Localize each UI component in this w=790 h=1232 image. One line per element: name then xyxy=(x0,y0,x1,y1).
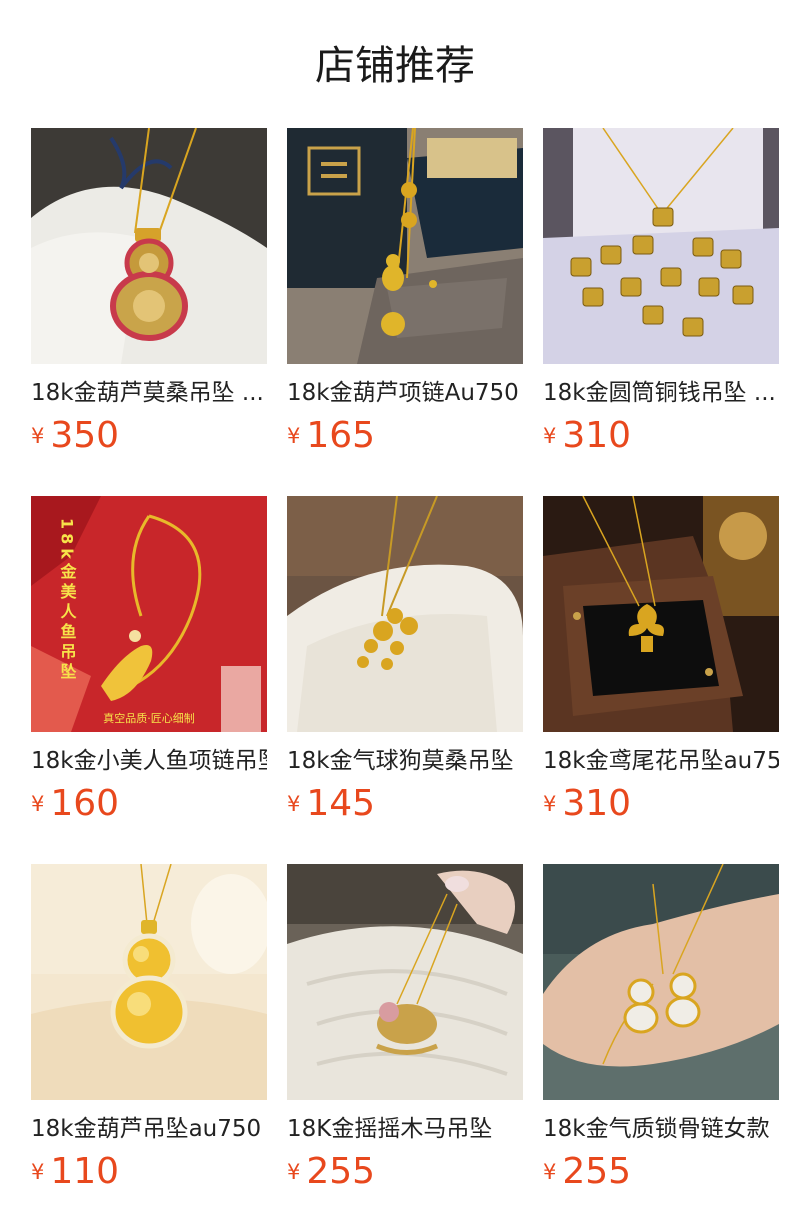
price-amount: 310 xyxy=(562,783,632,824)
product-card[interactable]: 18k金葫芦莫桑吊坠 ... ¥350 xyxy=(31,128,267,468)
product-name[interactable]: 18k金圆筒铜钱吊坠 ... xyxy=(543,376,779,412)
currency-symbol: ¥ xyxy=(543,792,557,816)
price-amount: 110 xyxy=(50,1151,120,1192)
product-card[interactable]: 18k金鸢尾花吊坠au750 ¥310 xyxy=(543,496,779,836)
product-price: ¥110 xyxy=(31,1150,119,1196)
product-name[interactable]: 18k金葫芦吊坠au750 xyxy=(31,1112,267,1148)
product-card[interactable]: 18k金美人鱼吊坠 真空品质·匠心细制 18k金小美人鱼项链吊坠 ¥160 xyxy=(31,496,267,836)
product-card[interactable]: 18k金气球狗莫桑吊坠 ¥145 xyxy=(287,496,523,836)
product-price: ¥310 xyxy=(543,782,631,828)
product-image[interactable] xyxy=(543,496,779,732)
product-card[interactable]: 18k金葫芦项链Au750 ¥165 xyxy=(287,128,523,468)
product-price: ¥145 xyxy=(287,782,375,828)
product-image[interactable] xyxy=(31,128,267,364)
product-price: ¥310 xyxy=(543,414,631,460)
currency-symbol: ¥ xyxy=(543,424,557,448)
currency-symbol: ¥ xyxy=(287,1160,301,1184)
currency-symbol: ¥ xyxy=(31,1160,45,1184)
product-grid: 18k金葫芦莫桑吊坠 ... ¥350 18k金葫芦项链Au750 ¥ 165 … xyxy=(0,0,790,1232)
product-card[interactable]: 18K金摇摇木马吊坠 ¥255 xyxy=(287,864,523,1204)
price-amount: 160 xyxy=(50,783,120,824)
product-image[interactable] xyxy=(543,128,779,364)
product-price: ¥165 xyxy=(287,414,375,460)
product-name[interactable]: 18k金气质锁骨链女款 xyxy=(543,1112,779,1148)
price-amount: 145 xyxy=(306,783,376,824)
currency-symbol: ¥ xyxy=(31,424,45,448)
product-image[interactable]: 18k金美人鱼吊坠 真空品质·匠心细制 xyxy=(31,496,267,732)
product-image[interactable] xyxy=(287,128,523,364)
product-card[interactable]: 18k金气质锁骨链女款 ¥255 xyxy=(543,864,779,1204)
product-name[interactable]: 18k金鸢尾花吊坠au750 xyxy=(543,744,779,780)
product-image[interactable] xyxy=(287,496,523,732)
product-card[interactable]: 18k金葫芦吊坠au750 ¥110 xyxy=(31,864,267,1204)
product-price: ¥255 xyxy=(287,1150,375,1196)
product-name[interactable]: 18k金葫芦项链Au750 xyxy=(287,376,523,412)
product-name[interactable]: 18k金葫芦莫桑吊坠 ... xyxy=(31,376,267,412)
product-image[interactable] xyxy=(543,864,779,1100)
price-amount: 255 xyxy=(306,1151,376,1192)
product-price: ¥350 xyxy=(31,414,119,460)
currency-symbol: ¥ xyxy=(543,1160,557,1184)
price-amount: 165 xyxy=(306,415,376,456)
product-name[interactable]: 18k金小美人鱼项链吊坠 xyxy=(31,744,267,780)
product-image[interactable] xyxy=(287,864,523,1100)
image-vertical-text: 18k金美人鱼吊坠 xyxy=(58,518,78,683)
product-price: ¥160 xyxy=(31,782,119,828)
product-card[interactable]: 18k金圆筒铜钱吊坠 ... ¥310 xyxy=(543,128,779,468)
currency-symbol: ¥ xyxy=(31,792,45,816)
product-name[interactable]: 18k金气球狗莫桑吊坠 xyxy=(287,744,523,780)
price-amount: 255 xyxy=(562,1151,632,1192)
image-vertical-text: 18k金美人鱼吊坠 xyxy=(58,518,78,683)
product-name[interactable]: 18K金摇摇木马吊坠 xyxy=(287,1112,523,1148)
product-price: ¥255 xyxy=(543,1150,631,1196)
product-image[interactable] xyxy=(31,864,267,1100)
image-caption: 真空品质·匠心细制 xyxy=(103,711,195,725)
price-amount: 350 xyxy=(50,415,120,456)
price-amount: 310 xyxy=(562,415,632,456)
currency-symbol: ¥ xyxy=(287,424,301,448)
currency-symbol: ¥ xyxy=(287,792,301,816)
